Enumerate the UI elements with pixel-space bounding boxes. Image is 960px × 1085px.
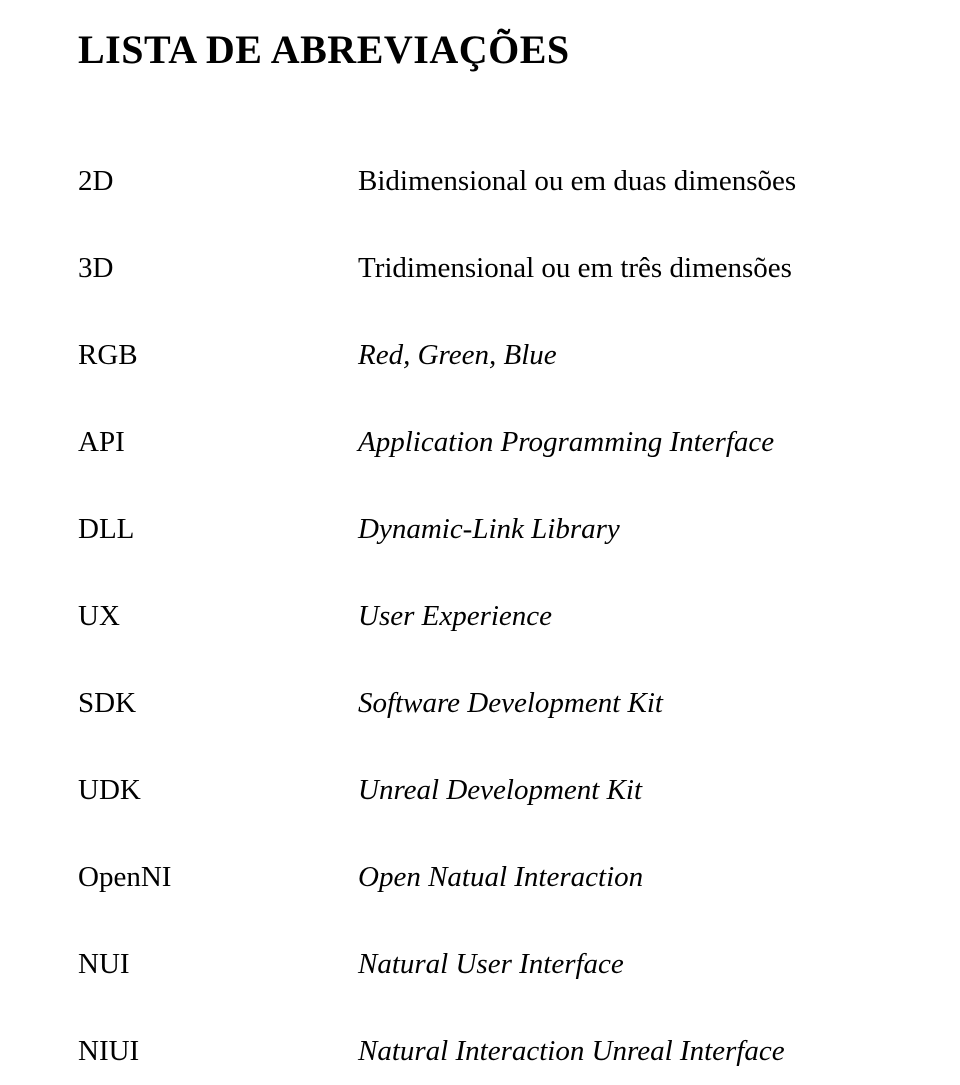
abbrev-term: NUI <box>78 948 358 981</box>
abbrev-definition: Open Natual Interaction <box>358 861 882 894</box>
abbrev-term: RGB <box>78 339 358 372</box>
abbrev-definition: Software Development Kit <box>358 687 882 720</box>
abbrev-term: SDK <box>78 687 358 720</box>
abbrev-definition: Dynamic-Link Library <box>358 513 882 546</box>
abbrev-term: UDK <box>78 774 358 807</box>
abbrev-definition: Application Programming Interface <box>358 426 882 459</box>
page-title: LISTA DE ABREVIAÇÕES <box>78 26 882 73</box>
abbrev-term: 3D <box>78 252 358 285</box>
abbrev-term: NIUI <box>78 1035 358 1068</box>
abbreviation-table: 2D Bidimensional ou em duas dimensões 3D… <box>78 165 882 1068</box>
abbrev-definition: Unreal Development Kit <box>358 774 882 807</box>
abbrev-term: DLL <box>78 513 358 546</box>
abbrev-term: UX <box>78 600 358 633</box>
abbrev-definition: Natural User Interface <box>358 948 882 981</box>
abbrev-definition: Red, Green, Blue <box>358 339 882 372</box>
abbrev-definition: Tridimensional ou em três dimensões <box>358 252 882 285</box>
abbrev-term: 2D <box>78 165 358 198</box>
abbrev-term: OpenNI <box>78 861 358 894</box>
abbrev-term: API <box>78 426 358 459</box>
abbrev-definition: User Experience <box>358 600 882 633</box>
abbrev-definition: Bidimensional ou em duas dimensões <box>358 165 882 198</box>
abbrev-definition: Natural Interaction Unreal Interface <box>358 1035 882 1068</box>
